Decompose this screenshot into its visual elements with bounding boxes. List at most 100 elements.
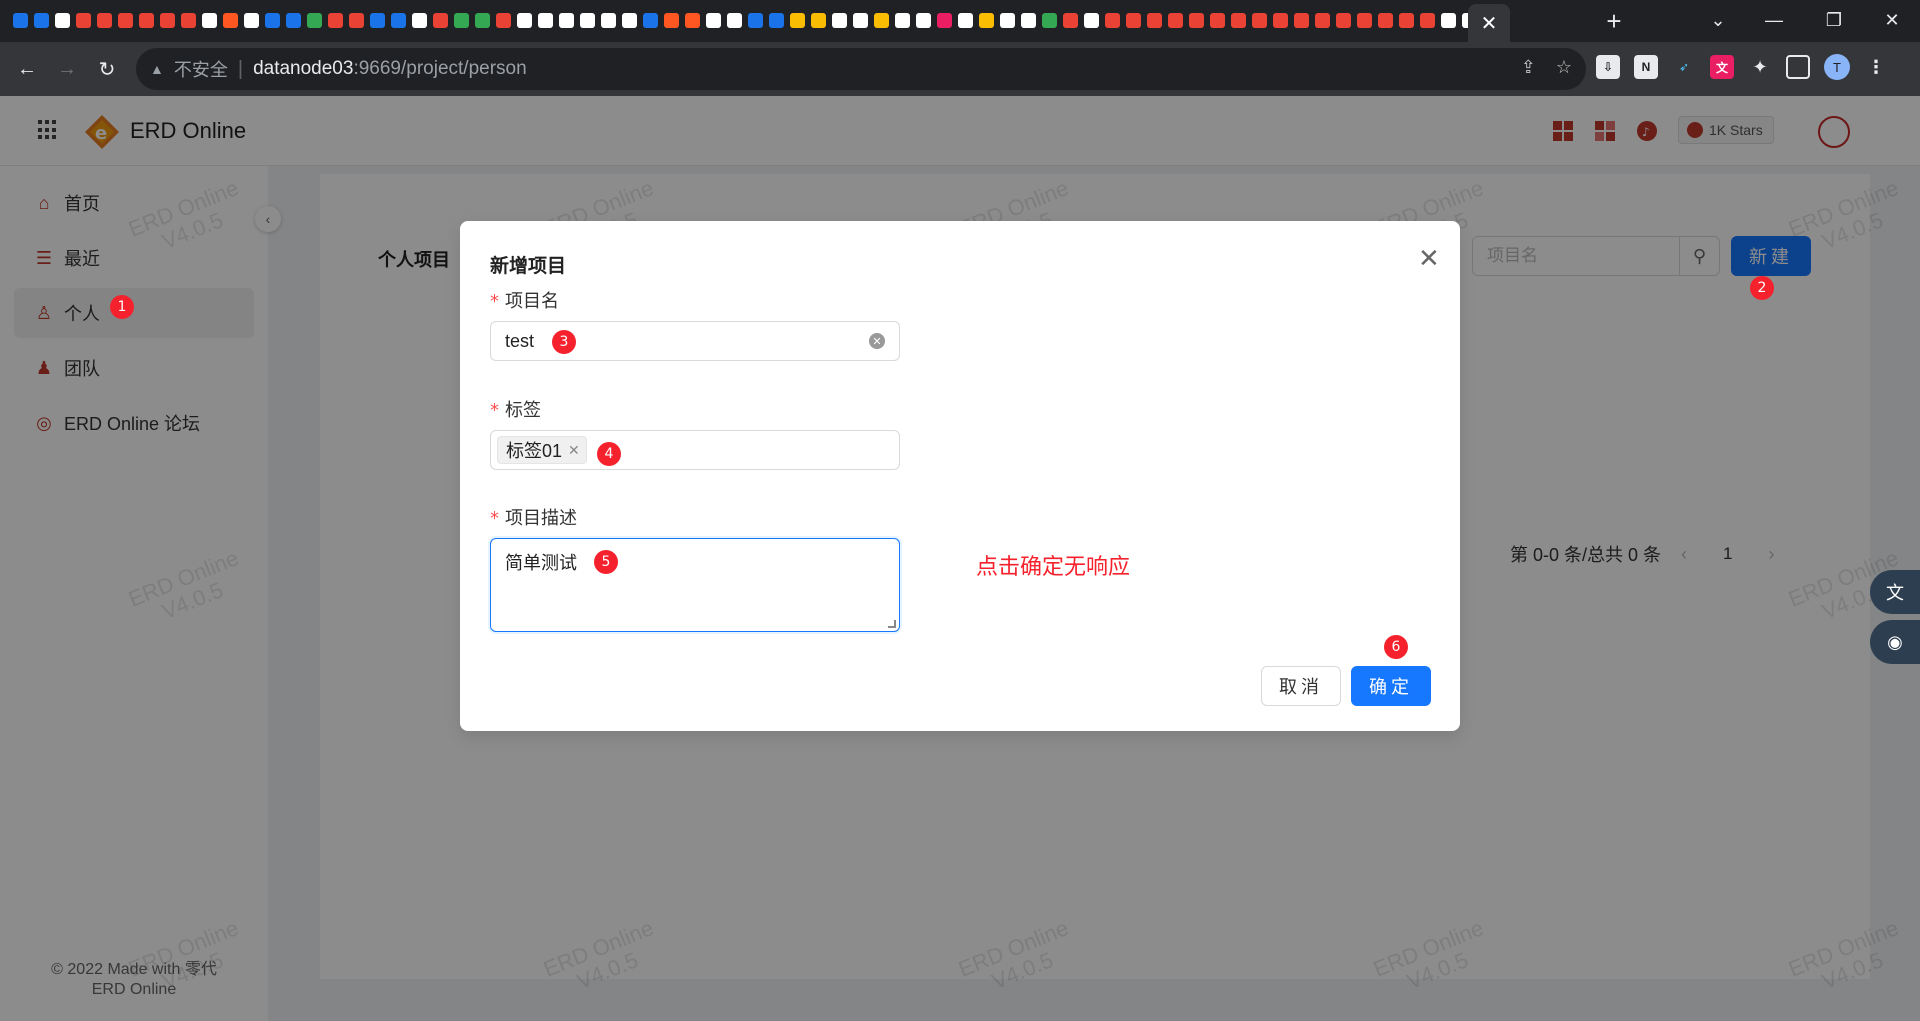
tab-favicon-icon[interactable] — [871, 10, 892, 31]
menu-kebab-icon[interactable]: ⋮ — [1864, 55, 1888, 79]
tab-favicon-icon[interactable] — [556, 10, 577, 31]
tab-favicon-icon[interactable] — [1291, 10, 1312, 31]
tab-favicon-icon[interactable] — [220, 10, 241, 31]
forward-arrow-icon[interactable]: → — [52, 54, 82, 84]
tab-favicon-icon[interactable] — [199, 10, 220, 31]
tab-favicon-icon[interactable] — [745, 10, 766, 31]
tab-favicon-icon[interactable] — [577, 10, 598, 31]
tab-favicon-icon[interactable] — [136, 10, 157, 31]
tab-favicon-icon[interactable] — [178, 10, 199, 31]
tab-favicon-icon[interactable] — [262, 10, 283, 31]
tab-favicon-icon[interactable] — [934, 10, 955, 31]
tab-favicon-icon[interactable] — [52, 10, 73, 31]
tab-search-icon[interactable]: ⌄ — [1690, 0, 1746, 40]
tab-favicon-icon[interactable] — [808, 10, 829, 31]
tab-favicon-icon[interactable] — [451, 10, 472, 31]
puzzle-icon[interactable]: ✦ — [1748, 55, 1772, 79]
tab-favicon-icon[interactable] — [1144, 10, 1165, 31]
tab-favicon-icon[interactable] — [367, 10, 388, 31]
tab-favicon-icon[interactable] — [241, 10, 262, 31]
tab-favicon-icon[interactable] — [997, 10, 1018, 31]
tab-favicon-icon[interactable] — [682, 10, 703, 31]
tab-favicon-icon[interactable] — [388, 10, 409, 31]
minimize-button[interactable]: — — [1746, 0, 1802, 40]
clear-input-icon[interactable]: ✕ — [869, 333, 885, 349]
tab-favicon-icon[interactable] — [1249, 10, 1270, 31]
tab-favicon-icon[interactable] — [514, 10, 535, 31]
tab-favicon-icon[interactable] — [1270, 10, 1291, 31]
tab-favicon-icon[interactable] — [829, 10, 850, 31]
tab-favicon-icon[interactable] — [661, 10, 682, 31]
tab-favicon-icon[interactable] — [1081, 10, 1102, 31]
tab-favicon-icon[interactable] — [703, 10, 724, 31]
tab-favicon-icon[interactable] — [1123, 10, 1144, 31]
tags-select[interactable]: 标签01 ✕ — [490, 430, 900, 470]
tab-favicon-icon[interactable] — [157, 10, 178, 31]
tab-favicon-icon[interactable] — [1102, 10, 1123, 31]
tab-favicon-icon[interactable] — [955, 10, 976, 31]
translate-float-icon[interactable]: 文 — [1870, 570, 1920, 614]
back-arrow-icon[interactable]: ← — [12, 54, 42, 84]
cancel-button[interactable]: 取消 — [1261, 666, 1341, 706]
confirm-button[interactable]: 确定 — [1351, 666, 1431, 706]
address-bar[interactable]: ▲ 不安全 | datanode03:9669/project/person ⇪… — [136, 48, 1586, 90]
translate-extension-icon[interactable]: 文 — [1710, 55, 1734, 79]
tab-favicon-icon[interactable] — [1354, 10, 1375, 31]
profile-avatar[interactable]: T — [1824, 54, 1850, 80]
tab-favicon-icon[interactable] — [1228, 10, 1249, 31]
tab-favicon-icon[interactable] — [493, 10, 514, 31]
tab-favicon-icon[interactable] — [1438, 10, 1459, 31]
tab-favicon-icon[interactable] — [346, 10, 367, 31]
tab-favicon-icon[interactable] — [430, 10, 451, 31]
extension-download-icon[interactable]: ⇩ — [1596, 55, 1620, 79]
tab-favicon-icon[interactable] — [1375, 10, 1396, 31]
tab-favicon-icon[interactable] — [94, 10, 115, 31]
tag-remove-icon[interactable]: ✕ — [568, 442, 580, 459]
tab-favicon-icon[interactable] — [1165, 10, 1186, 31]
active-tab[interactable]: ✕ — [1468, 4, 1510, 42]
tab-favicon-icon[interactable] — [73, 10, 94, 31]
close-icon[interactable]: ✕ — [1418, 243, 1440, 274]
tab-favicon-icon[interactable] — [913, 10, 934, 31]
tab-favicon-icon[interactable] — [10, 10, 31, 31]
tab-favicon-icon[interactable] — [640, 10, 661, 31]
share-icon[interactable]: ⇪ — [1521, 57, 1536, 78]
tab-favicon-icon[interactable] — [1207, 10, 1228, 31]
new-tab-button[interactable]: + — [1598, 6, 1630, 36]
bird-extension-icon[interactable]: ➶ — [1672, 55, 1696, 79]
tab-favicon-icon[interactable] — [1312, 10, 1333, 31]
tab-favicon-icon[interactable] — [31, 10, 52, 31]
tab-favicon-icon[interactable] — [115, 10, 136, 31]
tab-favicon-icon[interactable] — [304, 10, 325, 31]
tab-favicon-icon[interactable] — [850, 10, 871, 31]
assistant-float-icon[interactable]: ◉ — [1870, 620, 1920, 664]
tab-favicon-icon[interactable] — [1396, 10, 1417, 31]
tab-favicon-icon[interactable] — [976, 10, 997, 31]
tab-favicon-icon[interactable] — [724, 10, 745, 31]
tab-favicon-icon[interactable] — [472, 10, 493, 31]
tab-favicon-icon[interactable] — [283, 10, 304, 31]
tab-favicon-icon[interactable] — [787, 10, 808, 31]
tab-favicon-icon[interactable] — [1333, 10, 1354, 31]
tab-favicon-icon[interactable] — [1039, 10, 1060, 31]
tab-close-icon[interactable]: ✕ — [1481, 11, 1498, 36]
tab-favicon-icon[interactable] — [766, 10, 787, 31]
tab-favicon-icon[interactable] — [1060, 10, 1081, 31]
tab-favicon-icon[interactable] — [892, 10, 913, 31]
tab-favicon-icon[interactable] — [325, 10, 346, 31]
tab-favicon-icon[interactable] — [1018, 10, 1039, 31]
tab-favicon-icon[interactable] — [598, 10, 619, 31]
side-panel-icon[interactable] — [1786, 55, 1810, 79]
description-textarea[interactable]: 简单测试 — [490, 538, 900, 632]
restore-button[interactable]: ❐ — [1806, 0, 1862, 40]
tab-favicon-icon[interactable] — [1186, 10, 1207, 31]
tab-favicon-icon[interactable] — [619, 10, 640, 31]
bookmark-star-icon[interactable]: ☆ — [1556, 57, 1572, 78]
window-close-button[interactable]: ✕ — [1864, 0, 1920, 40]
tab-favicon-icon[interactable] — [535, 10, 556, 31]
resize-handle-icon[interactable] — [888, 620, 896, 628]
notion-icon[interactable]: N — [1634, 55, 1658, 79]
tab-favicon-icon[interactable] — [409, 10, 430, 31]
tab-favicon-icon[interactable] — [1417, 10, 1438, 31]
reload-icon[interactable]: ↻ — [92, 54, 122, 84]
